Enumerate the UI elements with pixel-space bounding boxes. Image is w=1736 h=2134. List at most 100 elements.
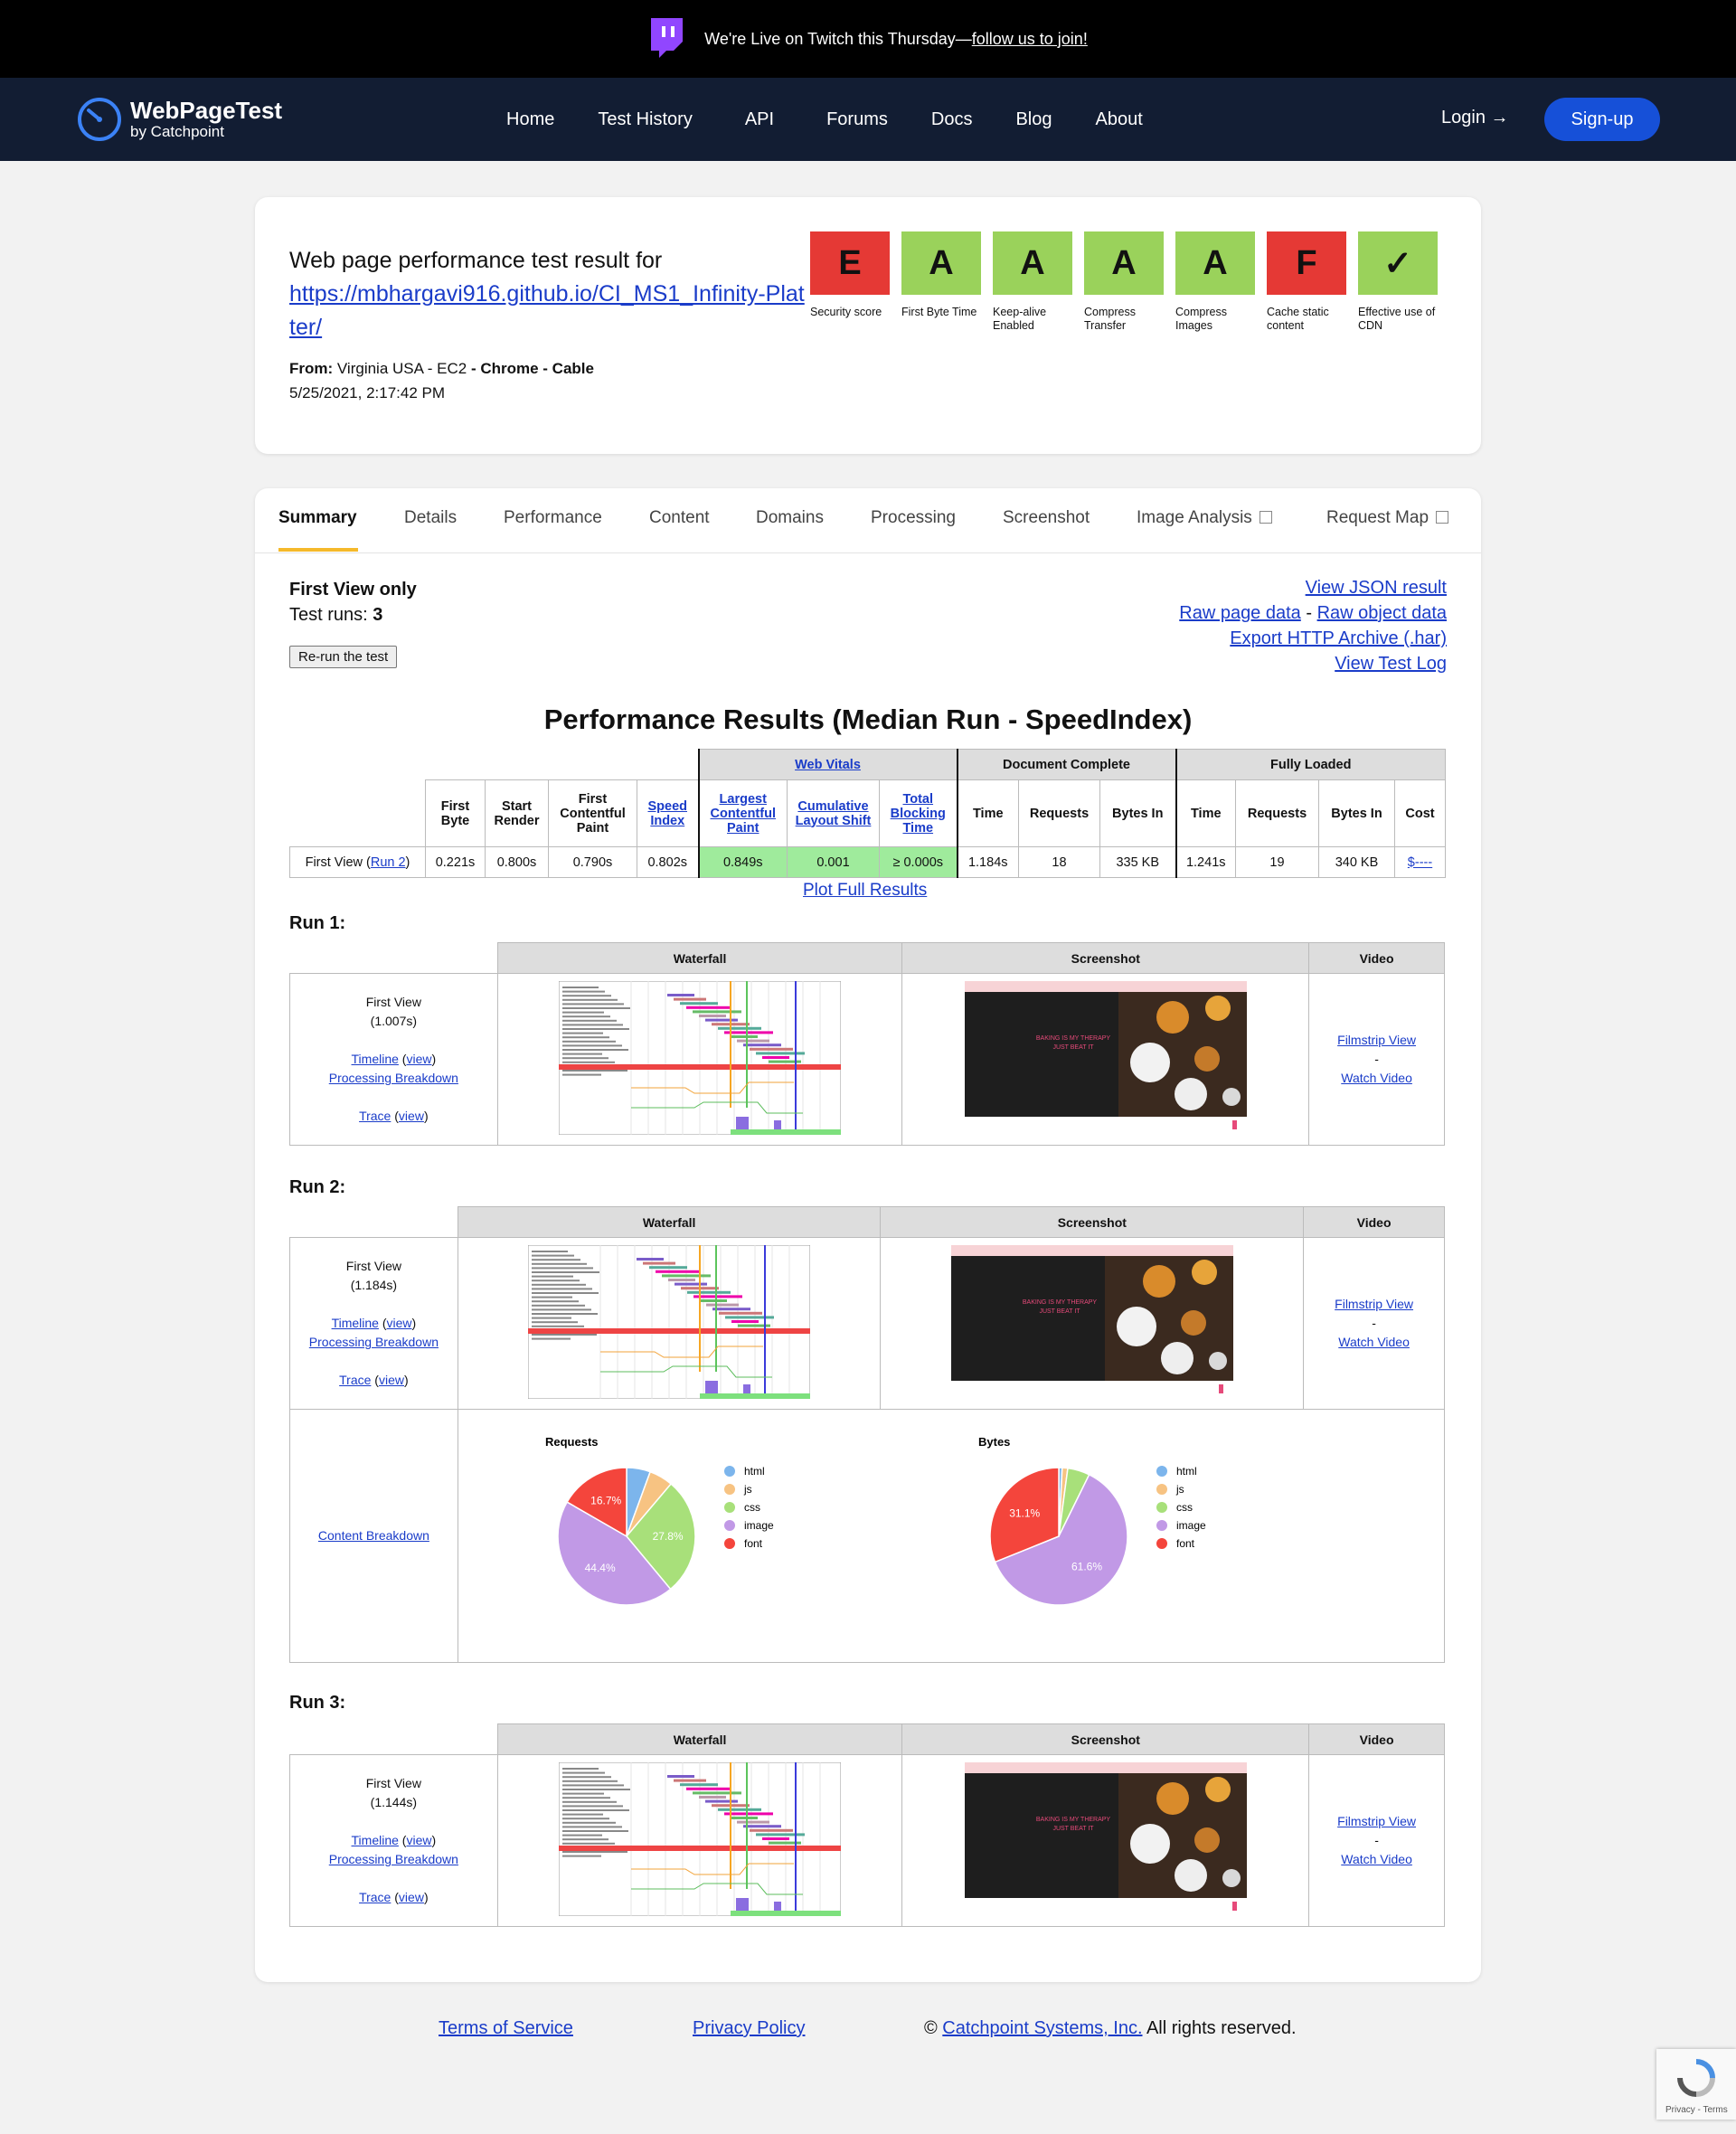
tbt-link[interactable]: Total Blocking Time xyxy=(891,792,946,836)
web-vitals-link[interactable]: Web Vitals xyxy=(795,758,861,772)
run-2-video: Filmstrip View - Watch Video xyxy=(1303,1237,1445,1410)
signup-button[interactable]: Sign-up xyxy=(1544,98,1660,141)
nav-forums[interactable]: Forums xyxy=(826,109,888,130)
trace-link[interactable]: Trace xyxy=(339,1373,371,1387)
screenshot-thumbnail[interactable]: BAKING IS MY THERAPY JUST BEAT IT xyxy=(950,1245,1233,1402)
tab-domains[interactable]: Domains xyxy=(756,508,824,528)
test-summary: First View only Test runs: 3 xyxy=(289,580,417,625)
tested-url-link[interactable]: https://mbhargavi916.github.io/CI_MS1_In… xyxy=(289,281,805,340)
run-2-link[interactable]: Run 2 xyxy=(371,855,406,870)
watch-video-link[interactable]: Watch Video xyxy=(1341,1071,1412,1085)
speed-index-link[interactable]: Speed Index xyxy=(647,799,687,828)
grade-keep-alive[interactable]: A Keep-alive Enabled xyxy=(993,231,1072,333)
grade-cache-static[interactable]: F Cache static content xyxy=(1267,231,1346,333)
run-1-screenshot[interactable]: BAKING IS MY THERAPY JUST BEAT IT xyxy=(901,973,1310,1146)
run-2-screenshot[interactable]: BAKING IS MY THERAPY JUST BEAT IT xyxy=(880,1237,1305,1410)
nav-blog[interactable]: Blog xyxy=(1015,109,1052,130)
processing-breakdown-link[interactable]: Processing Breakdown xyxy=(309,1335,439,1349)
export-har-link[interactable]: Export HTTP Archive (.har) xyxy=(1230,628,1447,648)
grade-cdn[interactable]: ✓ Effective use of CDN xyxy=(1358,231,1438,333)
screenshot-thumbnail[interactable]: BAKING IS MY THERAPY JUST BEAT IT xyxy=(964,981,1247,1138)
trace-link[interactable]: Trace xyxy=(359,1109,391,1123)
run-3-table: Waterfall Screenshot Video First View (1.14… xyxy=(289,1723,1445,1927)
svg-text:JUST BEAT IT: JUST BEAT IT xyxy=(1052,1826,1094,1832)
filmstrip-link[interactable]: Filmstrip View xyxy=(1337,1814,1416,1828)
logo[interactable]: WebPageTest by Catchpoint xyxy=(76,96,282,143)
waterfall-thumbnail[interactable] xyxy=(558,980,842,1138)
catchpoint-link[interactable]: Catchpoint Systems, Inc. xyxy=(942,2018,1142,2038)
result-heading-text: Web page performance test result for xyxy=(289,248,663,273)
nav-docs[interactable]: Docs xyxy=(931,109,973,130)
login-link[interactable]: Login → xyxy=(1441,108,1509,128)
legend-label: css xyxy=(1176,1501,1193,1514)
legend-marker xyxy=(1156,1520,1167,1531)
processing-breakdown-link[interactable]: Processing Breakdown xyxy=(329,1852,458,1866)
tab-image-analysis[interactable]: Image Analysis xyxy=(1137,508,1272,528)
nav-api[interactable]: API xyxy=(745,109,774,130)
timeline-view-link[interactable]: view xyxy=(387,1316,412,1330)
nav-home[interactable]: Home xyxy=(506,109,554,130)
view-test-log-link[interactable]: View Test Log xyxy=(1335,654,1447,674)
tab-performance[interactable]: Performance xyxy=(504,508,602,528)
nav-test-history[interactable]: Test History xyxy=(598,109,692,130)
tab-processing[interactable]: Processing xyxy=(871,508,956,528)
watch-video-link[interactable]: Watch Video xyxy=(1341,1852,1412,1866)
waterfall-thumbnail[interactable] xyxy=(527,1244,811,1402)
raw-object-data-link[interactable]: Raw object data xyxy=(1317,603,1447,623)
twitch-icon xyxy=(651,18,684,58)
tab-request-map[interactable]: Request Map xyxy=(1326,508,1449,528)
trace-view-link[interactable]: view xyxy=(379,1373,404,1387)
recaptcha-badge[interactable]: Privacy - Terms xyxy=(1656,2049,1736,2120)
nav-about[interactable]: About xyxy=(1095,109,1142,130)
screenshot-graphic: BAKING IS MY THERAPY JUST BEAT IT xyxy=(950,1245,1233,1399)
promo-bar: We're Live on Twitch this Thursday— follo… xyxy=(0,0,1736,78)
view-json-link[interactable]: View JSON result xyxy=(1306,578,1447,598)
connection: Cable xyxy=(552,360,594,377)
timeline-link[interactable]: Timeline xyxy=(332,1316,379,1330)
screenshot-thumbnail[interactable]: BAKING IS MY THERAPY JUST BEAT IT xyxy=(964,1762,1247,1919)
grade-compress-images[interactable]: A Compress Images xyxy=(1175,231,1255,333)
pie-charts: Requests 27.8% 44.4% 16.7% html js css image fon… xyxy=(545,1435,1206,1606)
run-1-waterfall[interactable] xyxy=(496,973,903,1146)
recaptcha-icon xyxy=(1677,2059,1715,2097)
timeline-link[interactable]: Timeline xyxy=(352,1833,399,1847)
tab-details[interactable]: Details xyxy=(404,508,457,528)
privacy-link[interactable]: Privacy Policy xyxy=(693,2018,805,2039)
timeline-view-link[interactable]: view xyxy=(406,1833,431,1847)
cls-link[interactable]: Cumulative Layout Shift xyxy=(796,799,872,828)
legend-marker xyxy=(1156,1502,1167,1513)
run-3-waterfall[interactable] xyxy=(496,1754,903,1927)
waterfall-thumbnail[interactable] xyxy=(558,1761,842,1919)
rerun-button[interactable]: Re-run the test xyxy=(289,646,398,668)
tab-summary[interactable]: Summary xyxy=(278,508,357,528)
timeline-view-link[interactable]: view xyxy=(406,1052,431,1066)
trace-view-link[interactable]: view xyxy=(399,1890,424,1904)
processing-breakdown-link[interactable]: Processing Breakdown xyxy=(329,1071,458,1085)
run-3-video: Filmstrip View - Watch Video xyxy=(1308,1754,1445,1927)
content-breakdown-link[interactable]: Content Breakdown xyxy=(318,1528,429,1543)
trace-link[interactable]: Trace xyxy=(359,1890,391,1904)
watch-video-link[interactable]: Watch Video xyxy=(1338,1335,1410,1349)
filmstrip-link[interactable]: Filmstrip View xyxy=(1335,1297,1413,1311)
promo-link[interactable]: follow us to join! xyxy=(972,30,1088,49)
raw-page-data-link[interactable]: Raw page data xyxy=(1179,603,1301,623)
run-2-table: Waterfall Screenshot Video First View (1.18… xyxy=(289,1206,1446,1663)
plot-full-results-link[interactable]: Plot Full Results xyxy=(803,881,927,901)
filmstrip-link[interactable]: Filmstrip View xyxy=(1337,1033,1416,1047)
trace-view-link[interactable]: view xyxy=(399,1109,424,1123)
tab-content[interactable]: Content xyxy=(649,508,710,528)
grade-first-byte[interactable]: A First Byte Time xyxy=(901,231,981,333)
timeline-link[interactable]: Timeline xyxy=(352,1052,399,1066)
arrow-right-icon: → xyxy=(1490,108,1509,127)
run-3-screenshot[interactable]: BAKING IS MY THERAPY JUST BEAT IT xyxy=(901,1754,1310,1927)
lcp-link[interactable]: Largest Contentful Paint xyxy=(711,792,776,836)
pie-data-label: 16.7% xyxy=(590,1495,621,1507)
from-label: From: xyxy=(289,360,334,377)
run-2-waterfall[interactable] xyxy=(457,1237,882,1410)
tab-screenshot[interactable]: Screenshot xyxy=(1003,508,1090,528)
cost-link[interactable]: $---- xyxy=(1408,855,1432,870)
grade-compress-transfer[interactable]: A Compress Transfer xyxy=(1084,231,1164,333)
terms-link[interactable]: Terms of Service xyxy=(439,2018,573,2039)
grade-security[interactable]: E Security score xyxy=(810,231,890,333)
svg-text:BAKING IS MY THERAPY: BAKING IS MY THERAPY xyxy=(1036,1817,1111,1823)
